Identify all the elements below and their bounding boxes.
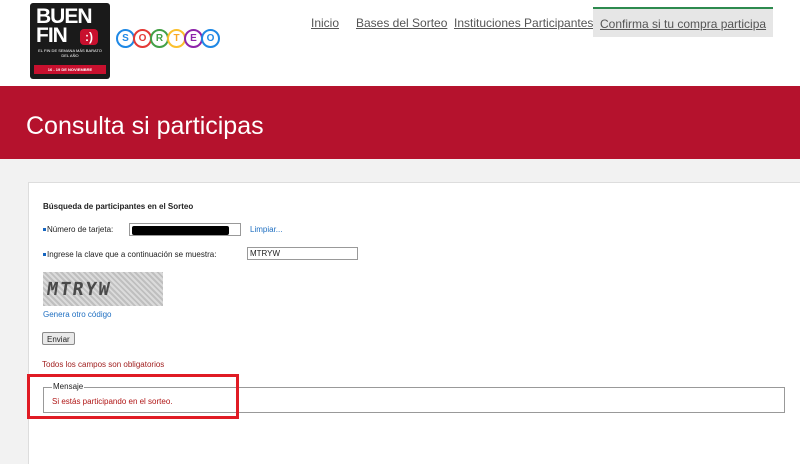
page-banner: Consulta si participas bbox=[0, 86, 800, 159]
site-header: BUEN FIN :) EL FIN DE SEMANA MÁS BARATO … bbox=[0, 0, 800, 86]
nav-link-inicio[interactable]: Inicio bbox=[311, 7, 339, 37]
page-title: Consulta si participas bbox=[26, 112, 264, 140]
required-bullet-icon bbox=[43, 253, 46, 257]
nav-link-bases[interactable]: Bases del Sorteo bbox=[356, 7, 447, 37]
form-heading: Búsqueda de participantes en el Sorteo bbox=[43, 202, 194, 211]
card-number-label: Número de tarjeta: bbox=[47, 225, 114, 234]
captcha-image-text: MTRYW bbox=[45, 279, 113, 300]
captcha-image: MTRYW bbox=[43, 272, 163, 306]
submit-button[interactable]: Enviar bbox=[42, 332, 75, 345]
logo-tagline: EL FIN DE SEMANA MÁS BARATO DEL AÑO bbox=[38, 48, 102, 58]
nav-link-instituciones[interactable]: Instituciones Participantes bbox=[454, 7, 593, 37]
regenerate-code-link[interactable]: Genera otro código bbox=[43, 310, 112, 319]
search-panel: Búsqueda de participantes en el Sorteo N… bbox=[28, 182, 800, 464]
captcha-input[interactable] bbox=[247, 247, 358, 260]
nav-link-confirma[interactable]: Confirma si tu compra participa bbox=[593, 7, 774, 37]
card-number-label-row: Número de tarjeta: bbox=[43, 225, 113, 234]
required-bullet-icon bbox=[43, 228, 46, 232]
message-highlight-box bbox=[27, 374, 239, 419]
clear-link[interactable]: Limpiar... bbox=[250, 225, 282, 234]
main-nav: Inicio Bases del Sorteo Instituciones Pa… bbox=[0, 7, 800, 37]
captcha-label-row: Ingrese la clave que a continuación se m… bbox=[43, 250, 216, 259]
card-number-redaction bbox=[132, 226, 229, 235]
required-note: Todos los campos son obligatorios bbox=[42, 360, 165, 369]
logo-dates: 16 - 19 DE NOVIEMBRE bbox=[34, 65, 106, 74]
captcha-label: Ingrese la clave que a continuación se m… bbox=[47, 250, 217, 259]
